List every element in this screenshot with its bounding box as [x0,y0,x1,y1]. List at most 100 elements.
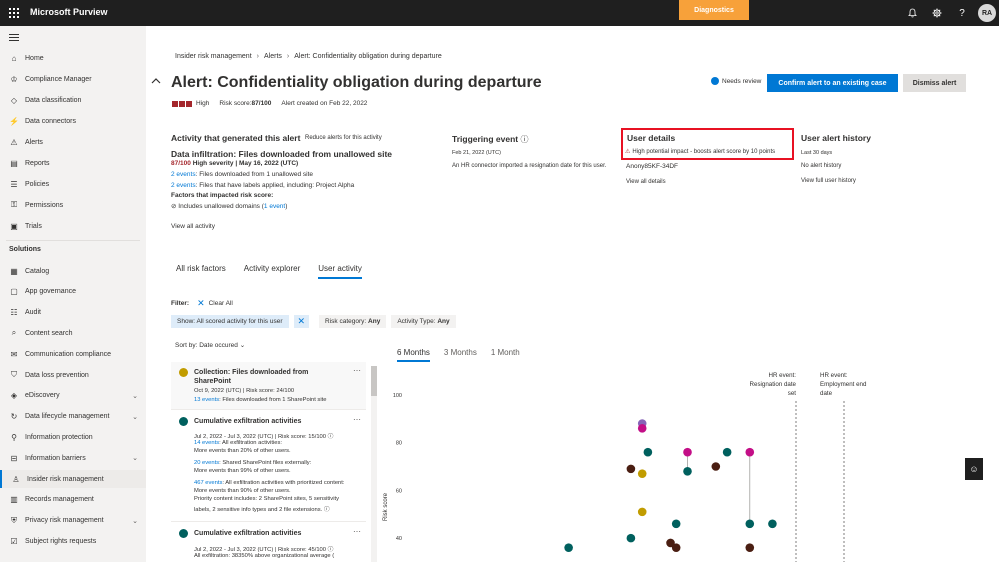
tab-activity-explorer[interactable]: Activity explorer [244,264,300,279]
hamburger-icon[interactable] [9,34,19,43]
reduce-alerts-link[interactable]: Reduce alerts for this activity [305,135,382,141]
events-link[interactable]: 13 events [194,397,219,403]
alert-history-status: No alert history [801,163,842,169]
events-link[interactable]: 14 events [194,440,219,446]
tab-6-months[interactable]: 6 Months [397,348,430,362]
show-filter-text: Show: All scored activity for this user [177,318,283,325]
sidebar-item-reports[interactable]: ▤ Reports [0,154,146,172]
tab-1-month[interactable]: 1 Month [491,348,520,362]
data-point [637,469,647,478]
breadcrumb-item[interactable]: Alerts [264,53,282,60]
sidebar-item-trials[interactable]: ▣ Trials [0,217,146,235]
main-content: Insider risk management › Alerts › Alert: Co… [146,26,999,562]
alert-history-range: Last 30 days [801,150,833,156]
privacy-icon: ⛨ [11,515,17,525]
activity-type-filter[interactable]: Activity Type: Any [391,315,456,328]
sidebar-item-label: Reports [25,159,50,167]
risk-activity-chart: Risk score 40 60 80 100 HR event: Resignation … [383,372,867,562]
data-point [722,447,732,457]
sidebar-item-audit[interactable]: ☷ Audit [0,304,146,322]
sidebar-item-label: App governance [25,288,76,296]
activity-severity: 87/100 High severity | May 16, 2022 (UTC… [171,160,298,167]
tab-3-months[interactable]: 3 Months [444,348,477,362]
view-all-activity-link[interactable]: View all activity [171,223,215,230]
sidebar-item-data-classification[interactable]: ◇ Data classification [0,91,146,109]
factor-event-link[interactable]: 1 event [264,203,285,210]
list-item[interactable]: Cumulative exfiltration activities ⋯ Jul… [171,523,366,562]
events-link[interactable]: 2 events [171,182,196,189]
breadcrumb: Insider risk management › Alerts › Alert: Co… [175,53,442,60]
y-tick-label: 40 [396,536,402,542]
chevron-down-icon[interactable]: ⌄ [132,517,138,525]
view-full-history-link[interactable]: View full user history [801,178,856,184]
sidebar-item-communication-compliance[interactable]: ✉ Communication compliance [0,345,146,363]
bell-icon[interactable] [905,6,919,20]
chevron-down-icon[interactable]: ⌄ [132,454,138,462]
breadcrumb-item[interactable]: Insider risk management [175,53,252,60]
sidebar-item-data-connectors[interactable]: ⚡ Data connectors [0,112,146,130]
card-line-text: : All exfiltration activities with prior… [222,480,345,486]
sidebar-item-alerts[interactable]: ⚠ Alerts [0,133,146,151]
card-line-text: : All exfiltration activities: [219,440,282,446]
sidebar-item-data-lifecycle-management[interactable]: ↻ Data lifecycle management ⌄ [0,408,146,426]
more-icon[interactable]: ⋯ [353,366,361,375]
sidebar-item-home[interactable]: ⌂ Home [0,49,146,67]
sidebar-item-privacy-risk-management[interactable]: ⛨ Privacy risk management ⌄ [0,512,146,530]
avatar[interactable]: RA [978,4,996,22]
sidebar-item-permissions[interactable]: ⚿ Permissions [0,196,146,214]
data-point [745,447,755,457]
help-icon[interactable]: ? [955,6,969,20]
list-scrollbar[interactable] [371,366,377,562]
sidebar-item-policies[interactable]: ☰ Policies [0,175,146,193]
view-all-details-link[interactable]: View all details [626,179,666,185]
events-link[interactable]: 2 events [171,171,196,178]
sidebar-item-content-search[interactable]: ⌕ Content search [0,324,146,342]
sidebar-item-ediscovery[interactable]: ◈ eDiscovery ⌄ [0,387,146,405]
chevron-down-icon[interactable]: ⌄ [132,413,138,421]
tab-all-risk-factors[interactable]: All risk factors [176,264,226,279]
info-icon[interactable]: ⓘ [521,135,529,144]
sidebar-item-subject-rights-requests[interactable]: ☑ Subject rights requests [0,532,146,550]
app-launcher-icon[interactable] [9,8,19,18]
more-icon[interactable]: ⋯ [353,415,361,424]
alert-created: Alert created on Feb 22, 2022 [281,100,368,107]
app-title[interactable]: Microsoft Purview [30,7,108,17]
sidebar-item-records-management[interactable]: ▥ Records management [0,491,146,509]
scrollbar-thumb[interactable] [371,366,377,396]
chevron-down-icon[interactable]: ⌄ [132,392,138,400]
risk-category-filter[interactable]: Risk category: Any [319,315,387,328]
sidebar-item-app-governance[interactable]: ▢ App governance [0,283,146,301]
sidebar-item-data-loss-prevention[interactable]: ⛉ Data loss prevention [0,366,146,384]
sidebar: ⌂ Home ♔ Compliance Manager ◇ Data classifica… [0,26,146,562]
sidebar-item-information-protection[interactable]: ⚲ Information protection [0,428,146,446]
clear-all-button[interactable]: Clear All [209,300,233,307]
tag-icon: ◇ [10,95,18,105]
bell-icon: ⚠ [10,137,18,147]
sidebar-item-compliance-manager[interactable]: ♔ Compliance Manager [0,70,146,88]
activity-line-1: 2 events: Files downloaded from 1 unallo… [171,171,313,178]
sort-dropdown[interactable]: Sort by: Date occured ⌄ [175,341,245,349]
sidebar-item-catalog[interactable]: ▦ Catalog [0,262,146,280]
more-icon[interactable]: ⋯ [353,527,361,536]
event-label: date [820,390,833,397]
sidebar-item-information-barriers[interactable]: ⊟ Information barriers ⌄ [0,449,146,467]
list-item[interactable]: Collection: Files downloaded from ShareP… [171,362,366,410]
events-link[interactable]: 20 events [194,460,219,466]
list-item[interactable]: Cumulative exfiltration activities ⋯ Jul… [171,411,366,522]
feedback-icon[interactable]: ☺ [965,458,983,480]
confirm-alert-button[interactable]: Confirm alert to an existing case [767,74,898,92]
sidebar-item-label: Records management [25,496,94,504]
close-icon[interactable]: ✕ [293,315,310,328]
dismiss-alert-button[interactable]: Dismiss alert [903,74,966,92]
show-filter-chip[interactable]: Show: All scored activity for this user [171,315,289,328]
card-line: Jul 2, 2022 - Jul 3, 2022 (UTC) | Risk s… [194,547,334,553]
events-link[interactable]: 467 events [194,480,222,486]
activity-type-label: Activity Type: [397,318,436,325]
close-icon[interactable]: ✕ [197,298,205,309]
chevron-up-icon[interactable] [151,76,161,87]
diagnostics-button[interactable]: Diagnostics [679,0,749,20]
sidebar-item-label: Policies [25,180,50,188]
gear-icon[interactable] [930,6,944,20]
tab-user-activity[interactable]: User activity [318,264,362,279]
sidebar-item-insider-risk-management[interactable]: ♙ Insider risk management [0,470,146,488]
